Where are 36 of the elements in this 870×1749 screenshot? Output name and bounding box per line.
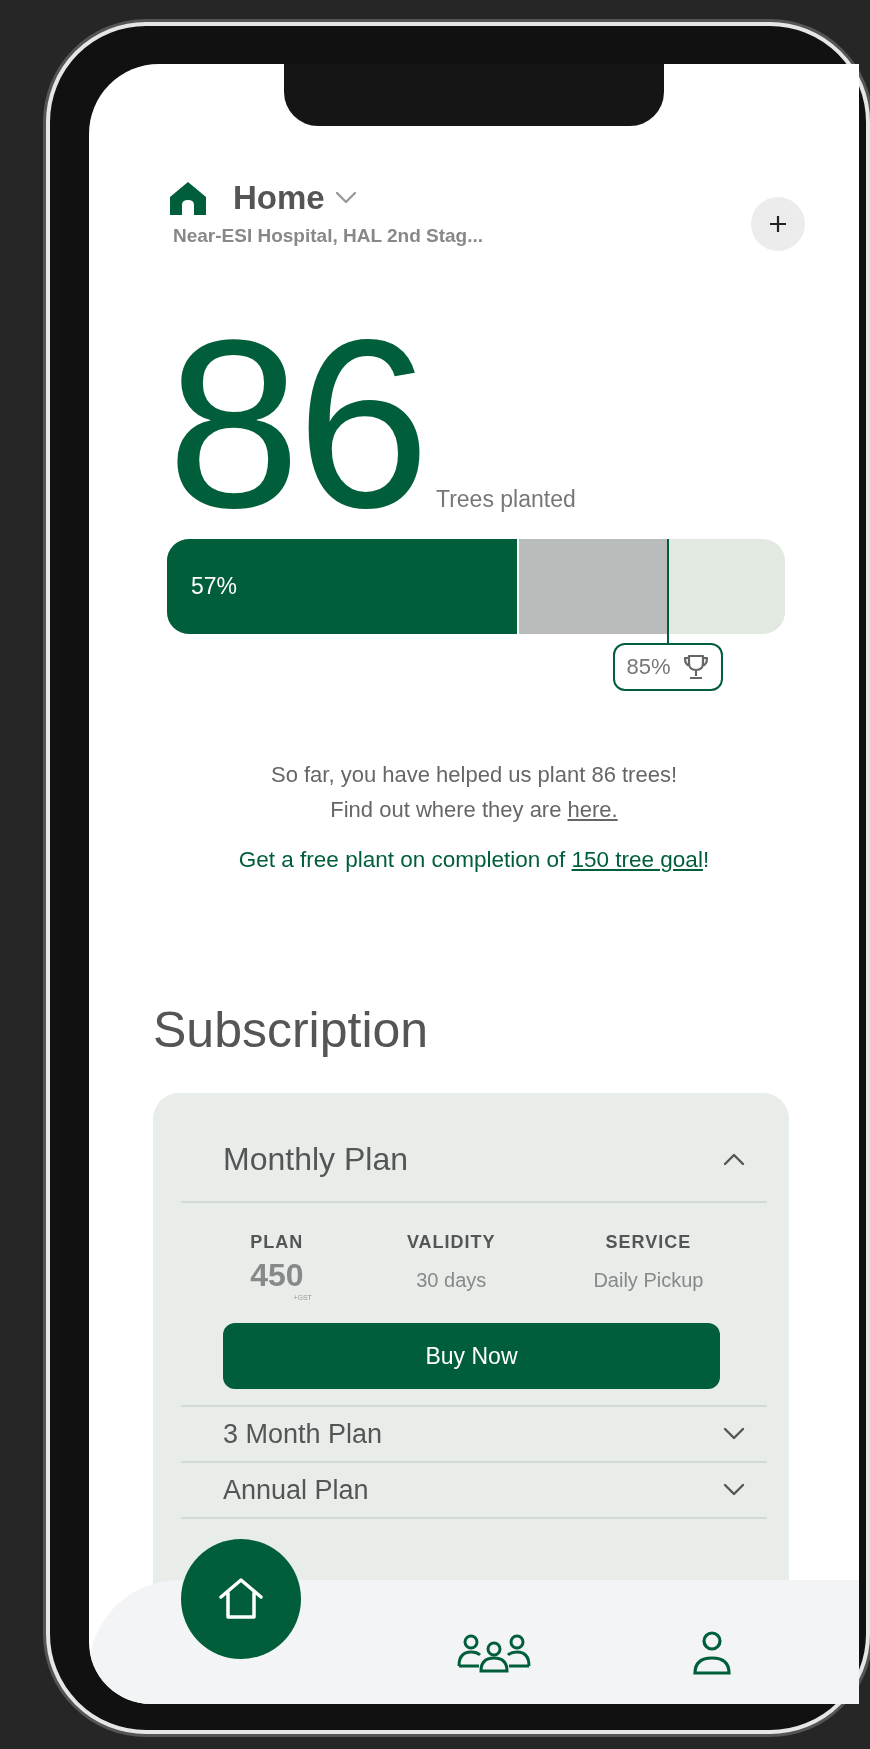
person-icon — [692, 1630, 732, 1676]
detail-value: 450 — [249, 1257, 305, 1294]
goal-link[interactable]: 150 tree goal — [571, 847, 703, 872]
chevron-down-icon — [723, 1427, 745, 1441]
trophy-icon — [682, 654, 709, 680]
add-button[interactable] — [751, 197, 805, 251]
trees-message: So far, you have helped us plant 86 trees! Find out where they are here. — [269, 761, 679, 824]
location-title: Home — [233, 179, 325, 217]
plan-name: 3 Month Plan — [223, 1418, 383, 1450]
chevron-down-icon — [334, 191, 357, 205]
home-icon — [218, 1577, 264, 1621]
tree-count: 86 — [167, 329, 426, 519]
chevron-up-icon — [723, 1152, 745, 1166]
detail-value: 30 days — [415, 1269, 488, 1292]
buy-now-button[interactable]: Buy Now — [223, 1323, 720, 1389]
plus-icon — [769, 215, 787, 233]
plan-name: Annual Plan — [223, 1474, 369, 1506]
detail-value: Daily Pickup — [592, 1269, 705, 1292]
section-title: Subscription — [153, 1001, 430, 1059]
plan-header[interactable]: Annual Plan — [181, 1463, 767, 1519]
detail-label: VALIDITY — [405, 1232, 497, 1253]
location-selector[interactable]: Home — [233, 179, 357, 217]
plan-header[interactable]: 3 Month Plan — [181, 1407, 767, 1463]
address-text: Near-ESI Hospital, HAL 2nd Stag... — [173, 225, 484, 247]
plan-name: Monthly Plan — [223, 1140, 408, 1178]
tree-caption: Trees planted — [435, 486, 576, 513]
target-label: 85% — [626, 654, 671, 680]
home-icon — [169, 181, 207, 215]
plan-header[interactable]: Monthly Plan — [181, 1117, 767, 1203]
group-icon — [457, 1633, 531, 1673]
detail-label: PLAN — [249, 1232, 305, 1253]
detail-label: SERVICE — [604, 1232, 693, 1253]
goal-message: Get a free plant on completion of 150 tree goal! — [237, 847, 711, 873]
chevron-down-icon — [723, 1483, 745, 1497]
progress-label: 57% — [191, 573, 238, 600]
here-link[interactable]: here. — [567, 797, 618, 822]
